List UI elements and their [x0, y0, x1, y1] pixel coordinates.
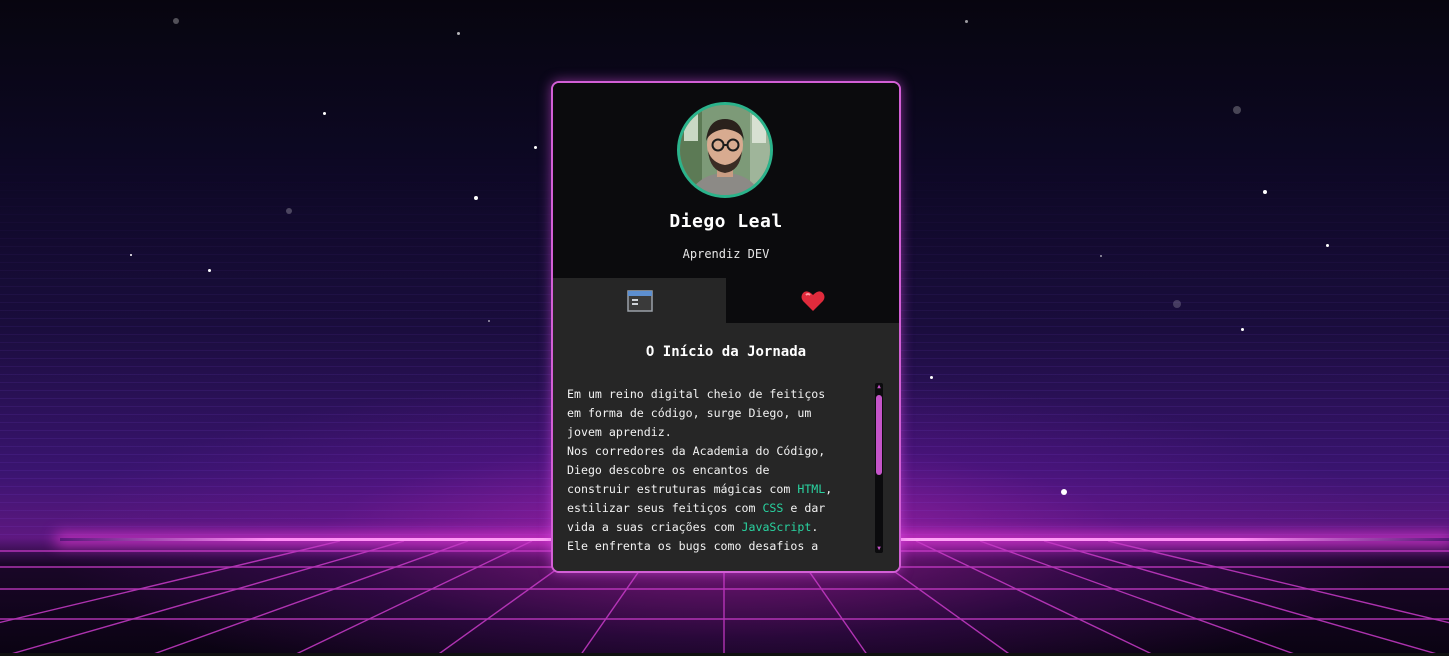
star [457, 32, 460, 35]
heart-icon [801, 290, 824, 311]
tab-code[interactable] [553, 278, 726, 323]
scrollbar-thumb[interactable] [876, 395, 882, 475]
story-scrollbar[interactable]: ▲ ▼ [875, 383, 883, 553]
star [488, 320, 490, 322]
star [1173, 300, 1181, 308]
profile-card: Diego Leal Aprendiz DEV O Início da Jorn… [551, 81, 901, 573]
avatar-photo [680, 105, 770, 195]
keyword-css: CSS [762, 501, 784, 515]
profile-header: Diego Leal Aprendiz DEV [553, 83, 899, 278]
star [930, 376, 933, 379]
star [130, 254, 132, 256]
story-line: Nos corredores da Academia do Código, [567, 444, 826, 458]
star [1100, 255, 1102, 257]
story-text: Em um reino digital cheio de feitiços em… [567, 385, 863, 565]
star [474, 196, 478, 200]
keyword-html: HTML [797, 482, 826, 496]
star [1241, 328, 1244, 331]
keyword-javascript: JavaScript [741, 520, 812, 534]
section-title: O Início da Jornada [645, 344, 807, 360]
profile-role: Aprendiz DEV [682, 247, 770, 261]
star [1061, 489, 1067, 495]
story-line: Diego descobre os encantos de [567, 463, 770, 477]
scroll-up-arrow-icon[interactable]: ▲ [876, 384, 882, 390]
star [208, 269, 211, 272]
story-line: jovem aprendiz. [567, 425, 672, 439]
star [323, 112, 326, 115]
star [1233, 106, 1241, 114]
story-line: Em um reino digital cheio de feitiços [567, 387, 826, 401]
story-line: construir estruturas mágicas com [567, 482, 798, 496]
star [173, 18, 179, 24]
code-window-icon [626, 289, 653, 312]
star [1326, 244, 1329, 247]
story-line: e dar [783, 501, 826, 515]
profile-tabs [553, 278, 899, 323]
story-line: . [811, 520, 819, 534]
star [534, 146, 537, 149]
scroll-down-arrow-icon[interactable]: ▼ [876, 546, 882, 552]
star [965, 20, 968, 23]
story-line: estilizar seus feitiços com [567, 501, 763, 515]
tab-heart[interactable] [726, 278, 899, 323]
story-line: Ele enfrenta os bugs como desafios a [567, 539, 819, 553]
story-line: vida a suas criações com [567, 520, 742, 534]
star [1263, 190, 1267, 194]
story-line: em forma de código, surge Diego, um [567, 406, 812, 420]
story-line: , [825, 482, 833, 496]
star [286, 208, 292, 214]
synthwave-background: Diego Leal Aprendiz DEV O Início da Jorn… [0, 0, 1449, 656]
story-panel: O Início da Jornada Em um reino digital … [553, 323, 899, 571]
profile-name: Diego Leal [669, 211, 783, 232]
avatar [677, 102, 773, 198]
